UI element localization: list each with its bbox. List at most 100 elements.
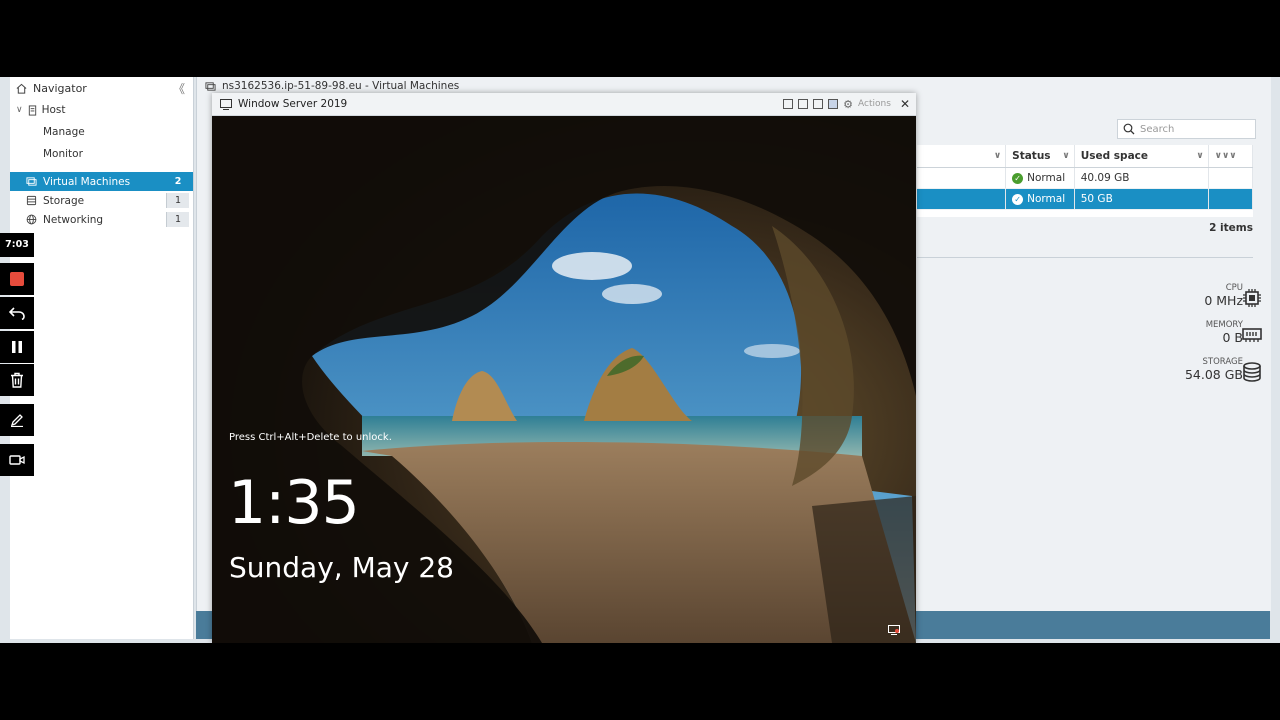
table-row[interactable]: ✓ Normal 40.09 GB [917, 168, 1253, 189]
close-icon[interactable]: ✕ [900, 97, 910, 111]
column-header-status[interactable]: Status ∨ [1006, 145, 1075, 167]
monitor-label: Monitor [43, 148, 83, 160]
networking-count-badge: 1 [166, 212, 189, 227]
search-icon [1123, 123, 1135, 135]
console-title: Window Server 2019 [238, 98, 348, 110]
panel-title: ns3162536.ip-51-89-98.eu - Virtual Machi… [222, 80, 460, 92]
row-name-cell [917, 189, 1007, 209]
table-row-selected[interactable]: ✓ Normal 50 GB [917, 189, 1253, 210]
sidebar-item-networking[interactable]: Networking 1 [10, 210, 193, 229]
storage-count-badge: 1 [166, 193, 189, 208]
vm-count-badge: 2 [167, 174, 189, 189]
row-status-cell: ✓ Normal [1006, 189, 1075, 209]
storage-label: STORAGE [1202, 357, 1243, 367]
virtual-machine-icon [205, 81, 216, 91]
status-text: Normal [1027, 172, 1066, 184]
memory-resource: MEMORY 0 B [1206, 320, 1243, 345]
search-input[interactable]: Search [1140, 124, 1174, 135]
search-box[interactable]: Search [1117, 119, 1256, 139]
chevron-down-icon[interactable]: ∨ [16, 105, 23, 115]
virtual-machine-icon [26, 177, 37, 186]
divider [917, 257, 1253, 258]
trash-icon [11, 372, 23, 388]
delete-recording-button[interactable] [0, 364, 34, 396]
chevron-down-icon[interactable]: ∨ [994, 151, 1001, 161]
gear-icon[interactable]: ⚙ [843, 98, 853, 111]
status-header-label: Status [1012, 150, 1051, 162]
stop-recording-button[interactable] [0, 263, 34, 295]
pause-icon [12, 341, 22, 353]
panel-title-bar: ns3162536.ip-51-89-98.eu - Virtual Machi… [205, 80, 459, 92]
used-space-text: 40.09 GB [1080, 172, 1130, 184]
vm-table: ∨ Status ∨ Used space ∨ ∨∨∨ ✓ Normal 40.09 … [917, 145, 1253, 220]
cpu-value: 0 MHz [1204, 293, 1243, 308]
stop-icon [10, 272, 24, 286]
column-header-used-space[interactable]: Used space ∨ [1075, 145, 1209, 167]
storage-icon [26, 195, 37, 206]
pause-button[interactable] [0, 331, 34, 363]
row-used-cell: 50 GB [1075, 189, 1209, 209]
pen-icon [10, 414, 23, 427]
home-icon [16, 83, 27, 94]
column-header-more[interactable]: ∨∨∨ [1209, 145, 1253, 167]
table-header: ∨ Status ∨ Used space ∨ ∨∨∨ [917, 145, 1253, 168]
globe-icon [26, 214, 37, 225]
undo-icon [9, 307, 25, 320]
network-status-icon[interactable] [888, 625, 900, 635]
vm-label: Virtual Machines [43, 175, 131, 188]
minimize-window-icon[interactable] [783, 99, 794, 109]
database-icon [1243, 362, 1261, 382]
console-controls: ⚙ Actions ✕ [783, 97, 910, 111]
storage-resource: STORAGE 54.08 GB [1185, 357, 1243, 382]
status-ok-icon: ✓ [1012, 193, 1024, 205]
used-space-header-label: Used space [1080, 150, 1148, 162]
manage-label: Manage [43, 126, 85, 138]
undo-button[interactable] [0, 297, 34, 329]
navigator-header: Navigator 《 [10, 77, 193, 99]
cpu-label: CPU [1225, 283, 1243, 293]
memory-icon [1242, 328, 1262, 342]
maximize-window-icon[interactable] [813, 99, 824, 109]
storage-value: 54.08 GB [1184, 367, 1243, 382]
keyboard-layout-icon[interactable] [828, 99, 839, 109]
status-text: Normal [1027, 193, 1066, 205]
tree-item-manage[interactable]: Manage [10, 121, 193, 143]
vm-console-window[interactable]: Window Server 2019 ⚙ Actions ✕ Press Ctr… [212, 93, 916, 643]
camera-button[interactable] [0, 444, 34, 476]
navigator-panel: Navigator 《 ∨ Host Manage Monitor Virtua… [10, 77, 194, 639]
memory-label: MEMORY [1205, 320, 1243, 330]
restore-window-icon[interactable] [798, 99, 809, 109]
cpu-resource: CPU 0 MHz [1204, 283, 1243, 308]
row-extra-cell [1209, 168, 1253, 188]
sidebar-item-storage[interactable]: Storage 1 [10, 191, 193, 210]
console-icon [220, 98, 232, 110]
sidebar-item-virtual-machines[interactable]: Virtual Machines 2 [10, 172, 193, 191]
memory-value: 0 B [1222, 330, 1243, 345]
server-icon [28, 104, 36, 116]
chevron-down-icon[interactable]: ∨ [1062, 151, 1069, 161]
items-count: 2 items [917, 217, 1253, 239]
recording-timer: 7:03 [0, 233, 34, 257]
host-label: Host [41, 104, 66, 116]
unlock-hint: Press Ctrl+Alt+Delete to unlock. [229, 432, 392, 443]
row-extra-cell [1209, 189, 1253, 209]
vm-screen[interactable]: Press Ctrl+Alt+Delete to unlock. 1:35 Su… [212, 116, 916, 643]
video-camera-icon [9, 455, 25, 465]
status-ok-icon: ✓ [1012, 172, 1024, 184]
collapse-navigator-icon[interactable]: 《 [173, 80, 185, 97]
row-used-cell: 40.09 GB [1075, 168, 1209, 188]
tree-item-host[interactable]: ∨ Host [10, 99, 193, 121]
storage-label: Storage [43, 194, 85, 207]
row-status-cell: ✓ Normal [1006, 168, 1075, 188]
chevron-down-icon[interactable]: ∨ [1196, 151, 1203, 161]
cpu-icon [1243, 289, 1261, 307]
tree-item-monitor[interactable]: Monitor [10, 143, 193, 165]
lock-screen-date: Sunday, May 28 [229, 551, 454, 584]
networking-label: Networking [43, 213, 104, 226]
draw-button[interactable] [0, 404, 34, 436]
actions-menu[interactable]: Actions [858, 99, 891, 109]
console-title-bar[interactable]: Window Server 2019 ⚙ Actions ✕ [212, 93, 916, 116]
used-space-text: 50 GB [1080, 193, 1113, 205]
column-header-name[interactable]: ∨ [917, 145, 1007, 167]
navigator-title: Navigator [33, 81, 87, 95]
